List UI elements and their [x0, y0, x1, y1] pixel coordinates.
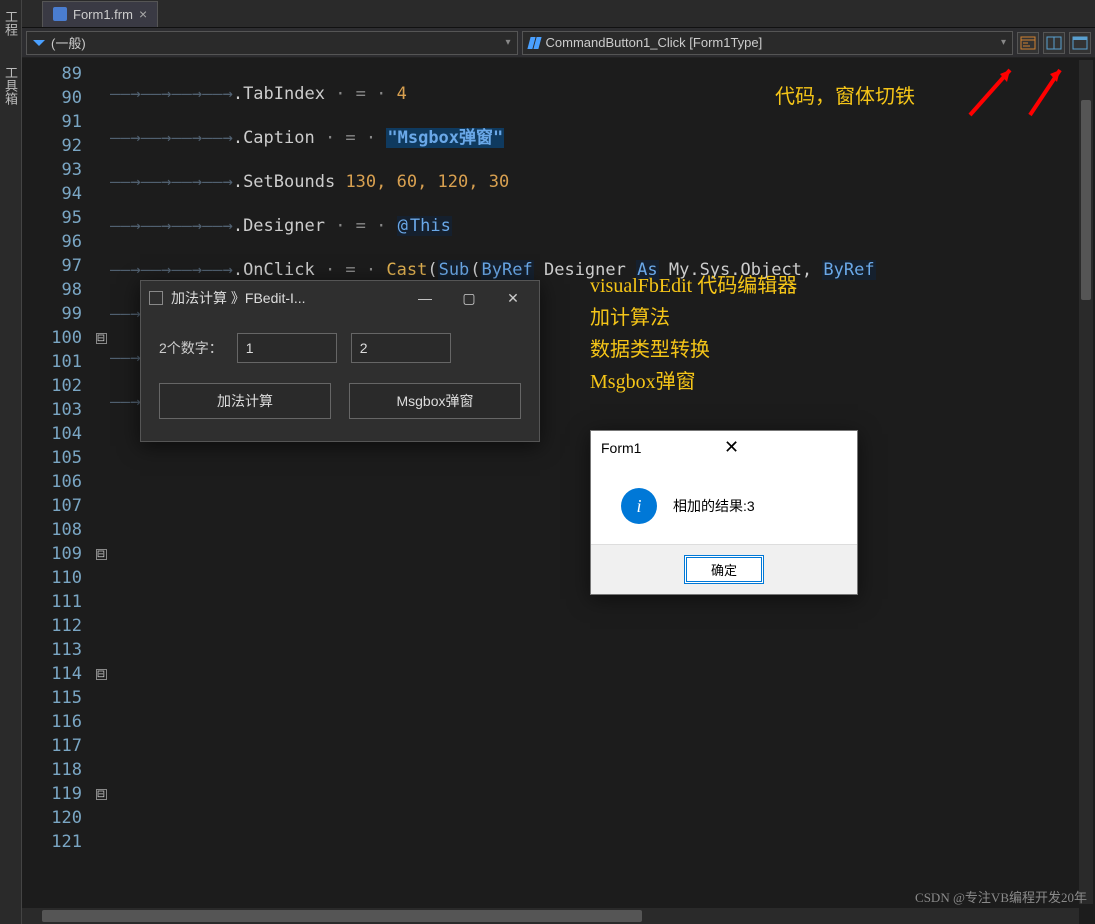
fold-toggle[interactable]: ⊟: [96, 333, 107, 344]
fold-toggle[interactable]: ⊟: [96, 549, 107, 560]
calc-button[interactable]: 加法计算: [159, 383, 331, 419]
close-icon[interactable]: ✕: [724, 437, 847, 458]
code-editor[interactable]: 8990919293949596979899100101102103104105…: [22, 58, 1095, 924]
close-button[interactable]: ✕: [495, 284, 531, 312]
member-label: CommandButton1_Click [Form1Type]: [546, 35, 763, 50]
titlebar[interactable]: 加法计算 》FBedit-I... — ▢ ✕: [141, 281, 539, 315]
scroll-thumb[interactable]: [1081, 100, 1091, 300]
chevron-down-icon: ▾: [505, 37, 510, 48]
form-icon: [53, 7, 67, 21]
horizontal-scrollbar[interactable]: [22, 908, 1079, 924]
number1-input[interactable]: [237, 333, 337, 363]
msgbox-titlebar[interactable]: Form1 ✕: [591, 431, 857, 464]
app-icon: [149, 291, 163, 305]
fold-column: ⊟ ⊟ ⊟ ⊟: [92, 58, 110, 924]
annotation-block: visualFbEdit 代码编辑器 加计算法 数据类型转换 Msgbox弹窗: [590, 270, 797, 398]
scope-dropdown[interactable]: (一般) ▾: [26, 31, 518, 55]
editor-toolbar: (一般) ▾ CommandButton1_Click [Form1Type] …: [22, 28, 1095, 58]
code-icon: [529, 37, 540, 49]
minimize-button[interactable]: —: [407, 284, 443, 312]
view-code-button[interactable]: [1017, 32, 1039, 54]
file-tab[interactable]: Form1.frm ×: [42, 1, 158, 27]
number2-input[interactable]: [351, 333, 451, 363]
message-box[interactable]: Form1 ✕ i 相加的结果:3 确定: [590, 430, 858, 595]
fold-toggle[interactable]: ⊟: [96, 789, 107, 800]
tab-project[interactable]: 工程: [1, 10, 20, 36]
info-icon: i: [621, 488, 657, 524]
vertical-scrollbar[interactable]: [1079, 60, 1093, 904]
tab-toolbox[interactable]: 工具箱: [1, 66, 20, 105]
chevron-down-icon: ▾: [1001, 37, 1006, 48]
arrow-icon: [1025, 60, 1075, 120]
view-split-button[interactable]: [1043, 32, 1065, 54]
arrow-icon: [965, 60, 1025, 120]
calc-window[interactable]: 加法计算 》FBedit-I... — ▢ ✕ 2个数字： 加法计算 Msgbo…: [140, 280, 540, 442]
side-tabs: 工程 工具箱: [0, 0, 22, 924]
window-title: 加法计算 》FBedit-I...: [171, 288, 399, 308]
maximize-button[interactable]: ▢: [451, 284, 487, 312]
annotation-top: 代码，窗体切铁: [775, 80, 915, 109]
file-tabbar: Form1.frm ×: [22, 0, 1095, 28]
file-tab-label: Form1.frm: [73, 7, 133, 22]
input-label: 2个数字：: [159, 338, 223, 358]
view-designer-button[interactable]: [1069, 32, 1091, 54]
msgbox-button[interactable]: Msgbox弹窗: [349, 383, 521, 419]
scope-label: (一般): [51, 33, 86, 52]
msgbox-text: 相加的结果:3: [673, 496, 755, 516]
triangle-icon: [33, 40, 45, 46]
watermark: CSDN @专注VB编程开发20年: [915, 887, 1087, 906]
msgbox-title: Form1: [601, 440, 724, 456]
member-dropdown[interactable]: CommandButton1_Click [Form1Type] ▾: [522, 31, 1014, 55]
ok-button[interactable]: 确定: [684, 555, 764, 584]
line-gutter: 8990919293949596979899100101102103104105…: [22, 58, 92, 924]
fold-toggle[interactable]: ⊟: [96, 669, 107, 680]
close-icon[interactable]: ×: [139, 6, 147, 22]
scroll-thumb[interactable]: [42, 910, 642, 922]
